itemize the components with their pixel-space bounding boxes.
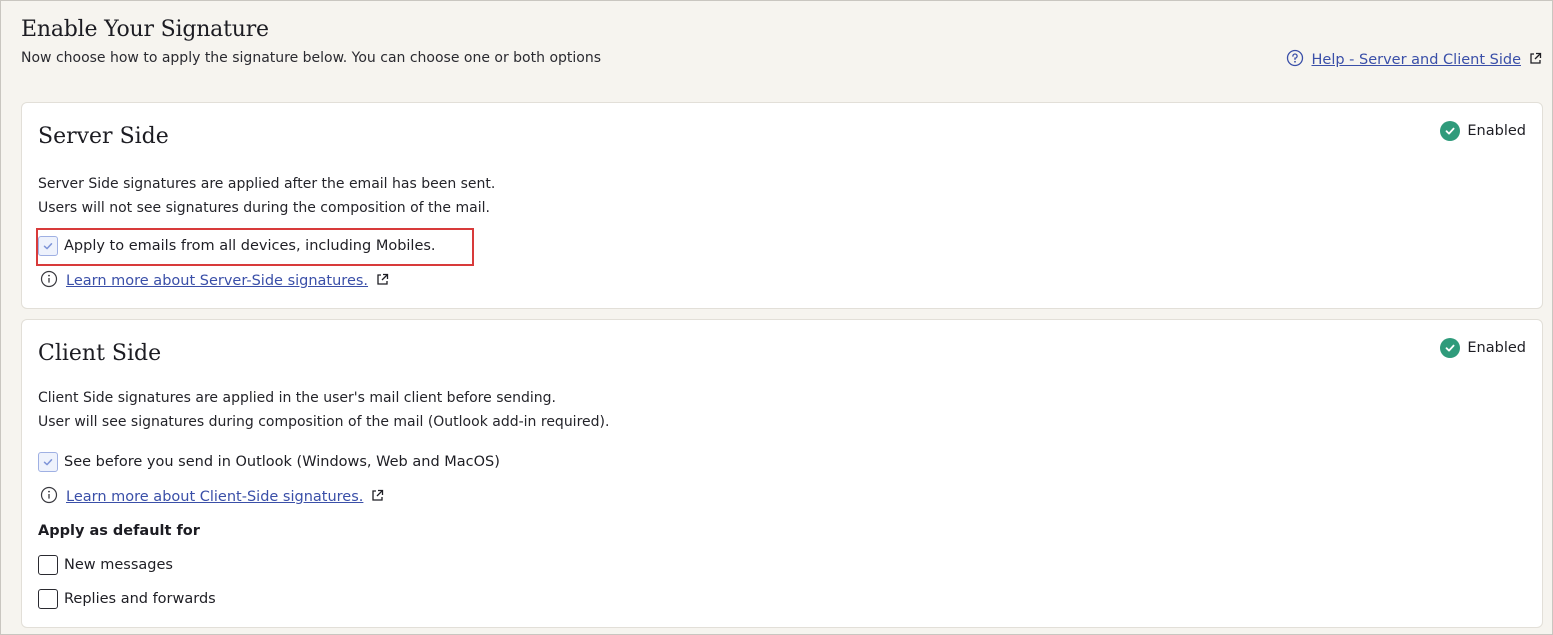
info-circle-icon [40,486,58,508]
help-link-group: Help - Server and Client Side [1286,49,1543,71]
all-devices-checkbox-label: Apply to emails from all devices, includ… [64,238,436,254]
help-server-client-link[interactable]: Help - Server and Client Side [1312,52,1522,68]
replies-forwards-checkbox[interactable] [38,589,58,609]
description-line: Server Side signatures are applied after… [38,176,496,192]
external-link-icon[interactable] [1529,52,1542,69]
description-line: User will see signatures during composit… [38,414,610,430]
outlook-preview-checkbox-label: See before you send in Outlook (Windows,… [64,454,500,470]
server-side-card: Server Side Enabled Server Side signatur… [21,102,1543,309]
check-circle-icon [1440,121,1461,141]
server-side-status: Enabled [1440,121,1526,141]
replies-forwards-checkbox-label: Replies and forwards [64,591,216,607]
all-devices-checkbox[interactable] [38,236,58,256]
outlook-preview-checkbox-row[interactable]: See before you send in Outlook (Windows,… [38,452,500,472]
external-link-icon[interactable] [376,273,389,290]
question-circle-icon [1286,49,1304,71]
description-line: Users will not see signatures during the… [38,200,490,216]
info-circle-icon [40,270,58,292]
server-learn-more-row: Learn more about Server-Side signatures. [40,270,389,292]
description-line: Client Side signatures are applied in th… [38,390,556,406]
server-side-title: Server Side [38,124,169,149]
server-side-description: Server Side signatures are applied after… [38,172,495,220]
client-side-description: Client Side signatures are applied in th… [38,386,609,434]
new-messages-checkbox[interactable] [38,555,58,575]
all-devices-checkbox-row[interactable]: Apply to emails from all devices, includ… [36,228,474,266]
signature-settings-page: Enable Your Signature Now choose how to … [1,1,1553,635]
apply-default-heading: Apply as default for [38,523,200,539]
client-side-status: Enabled [1440,338,1526,358]
server-learn-more-link[interactable]: Learn more about Server-Side signatures. [66,273,368,289]
outlook-preview-checkbox[interactable] [38,452,58,472]
client-learn-more-row: Learn more about Client-Side signatures. [40,486,384,508]
status-label: Enabled [1467,123,1526,139]
external-link-icon[interactable] [371,489,384,506]
client-side-card: Client Side Enabled Client Side signatur… [21,319,1543,628]
check-circle-icon [1440,338,1461,358]
page-title: Enable Your Signature [21,17,269,42]
new-messages-checkbox-row[interactable]: New messages [38,555,173,575]
client-learn-more-link[interactable]: Learn more about Client-Side signatures. [66,489,363,505]
new-messages-checkbox-label: New messages [64,557,173,573]
replies-forwards-checkbox-row[interactable]: Replies and forwards [38,589,216,609]
page-subtitle: Now choose how to apply the signature be… [21,50,602,66]
status-label: Enabled [1467,340,1526,356]
client-side-title: Client Side [38,341,162,366]
